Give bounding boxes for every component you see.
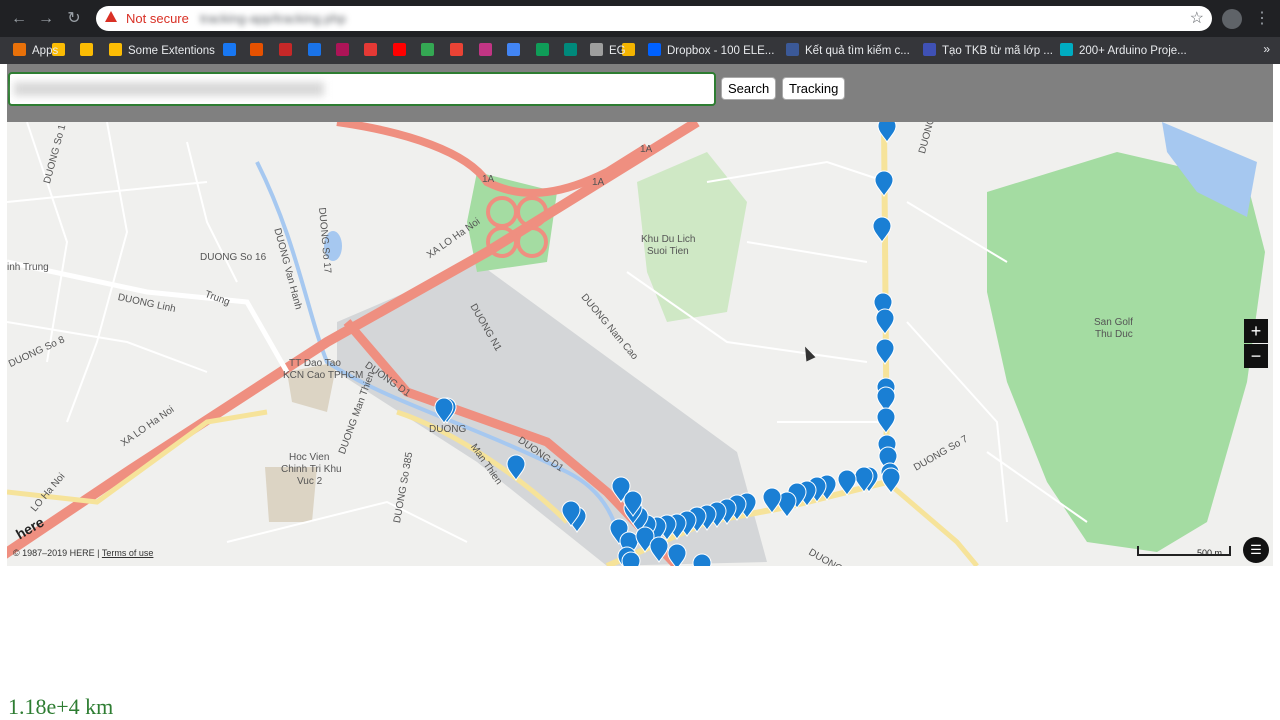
location-marker-icon[interactable] xyxy=(877,122,897,143)
address-bar[interactable]: Not secure tracking-app/tracking.php ☆ xyxy=(96,6,1212,31)
bookmark-favicon-icon xyxy=(250,43,263,56)
back-icon[interactable]: ← xyxy=(9,9,29,29)
zoom-out-button[interactable]: − xyxy=(1244,344,1268,368)
location-marker-icon[interactable] xyxy=(872,216,892,243)
reload-icon[interactable]: ↻ xyxy=(64,9,84,29)
bookmark-favicon-icon xyxy=(923,43,936,56)
bookmark-label: Apps xyxy=(32,45,59,57)
bookmark-favicon-icon xyxy=(80,43,93,56)
location-marker-icon[interactable] xyxy=(874,170,894,197)
bookmark-item[interactable] xyxy=(279,42,298,60)
bookmark-favicon-icon xyxy=(564,43,577,56)
location-marker-icon[interactable] xyxy=(692,553,712,566)
bookmark-item[interactable] xyxy=(507,42,526,60)
bookmark-favicon-icon xyxy=(279,43,292,56)
map-view[interactable]: DUONG So 1 DUONG So 16 inh Trung DUONG Linh… xyxy=(7,122,1273,566)
bookmark-item[interactable] xyxy=(421,42,440,60)
security-label[interactable]: Not secure xyxy=(126,11,189,26)
bookmark-favicon-icon xyxy=(13,43,26,56)
bookmark-favicon-icon xyxy=(479,43,492,56)
bookmark-favicon-icon xyxy=(109,43,122,56)
bookmark-item[interactable]: Apps xyxy=(13,42,58,60)
bookmark-favicon-icon xyxy=(308,43,321,56)
bookmark-star-icon[interactable]: ☆ xyxy=(1190,8,1204,28)
search-button[interactable]: Search xyxy=(721,77,777,100)
search-panel: Search Tracking xyxy=(7,64,1273,122)
bookmark-item[interactable] xyxy=(479,42,498,60)
bookmark-item[interactable]: EG xyxy=(590,42,626,60)
bookmark-item[interactable]: 200+ Arduino Proje... xyxy=(1060,42,1187,60)
bookmark-item[interactable] xyxy=(250,42,269,60)
location-marker-icon[interactable] xyxy=(876,407,896,434)
search-input-redacted-text xyxy=(14,82,324,96)
url-text[interactable]: tracking-app/tracking.php xyxy=(200,11,346,26)
terms-of-use-link[interactable]: Terms of use xyxy=(102,548,154,558)
bookmark-favicon-icon xyxy=(536,43,549,56)
bookmark-favicon-icon xyxy=(786,43,799,56)
profile-avatar-icon[interactable] xyxy=(1222,9,1242,29)
bookmark-item[interactable] xyxy=(223,42,242,60)
search-input[interactable] xyxy=(8,72,716,106)
location-marker-icon[interactable] xyxy=(881,467,901,494)
location-marker-icon[interactable] xyxy=(621,551,641,566)
bookmark-label: Kết quả tìm kiếm c... xyxy=(805,45,910,57)
bookmark-label: 200+ Arduino Proje... xyxy=(1079,45,1187,57)
location-marker-icon[interactable] xyxy=(875,308,895,335)
tracking-button[interactable]: Tracking xyxy=(782,77,846,100)
bookmark-favicon-icon xyxy=(223,43,236,56)
bookmark-favicon-icon xyxy=(648,43,661,56)
bookmarks-bar: 200+ Arduino Proje... Tạo TKB từ mã lớp .… xyxy=(0,37,1280,64)
bookmark-favicon-icon xyxy=(450,43,463,56)
bookmark-item[interactable] xyxy=(564,42,583,60)
location-marker-icon[interactable] xyxy=(434,397,454,424)
bookmark-item[interactable]: Kết quả tìm kiếm c... xyxy=(786,42,910,60)
bookmark-favicon-icon xyxy=(393,43,406,56)
bookmark-item[interactable] xyxy=(536,42,555,60)
bookmark-item[interactable] xyxy=(450,42,469,60)
location-marker-icon[interactable] xyxy=(762,487,782,514)
bookmark-item[interactable] xyxy=(364,42,383,60)
bookmark-label: EG xyxy=(609,45,626,57)
bookmark-item[interactable] xyxy=(336,42,355,60)
bookmarks-overflow-icon[interactable]: » xyxy=(1263,42,1270,56)
zoom-in-button[interactable]: + xyxy=(1244,319,1268,343)
forward-icon[interactable]: → xyxy=(36,9,56,29)
bookmark-favicon-icon xyxy=(336,43,349,56)
map-copyright: © 1987–2019 HERE | Terms of use xyxy=(13,548,153,558)
copyright-text: © 1987–2019 HERE | xyxy=(13,548,100,558)
location-marker-icon[interactable] xyxy=(649,536,669,563)
distance-readout: 1.18e+4 km xyxy=(8,694,114,719)
location-marker-icon[interactable] xyxy=(875,338,895,365)
map-scale-label: 500 m xyxy=(1197,548,1223,558)
warning-icon xyxy=(105,11,117,22)
bookmark-label: Some Extentions xyxy=(128,45,215,57)
bookmark-item[interactable]: Dropbox - 100 ELE... xyxy=(648,42,774,60)
bookmark-item[interactable] xyxy=(308,42,327,60)
bookmark-label: Tạo TKB từ mã lớp ... xyxy=(942,45,1053,57)
bookmark-favicon-icon xyxy=(1060,43,1073,56)
bookmark-item[interactable] xyxy=(393,42,412,60)
bookmark-favicon-icon xyxy=(590,43,603,56)
location-marker-icon[interactable] xyxy=(506,454,526,481)
location-marker-icon[interactable] xyxy=(667,543,687,566)
bookmark-favicon-icon xyxy=(507,43,520,56)
browser-toolbar: ← → ↻ Not secure tracking-app/tracking.p… xyxy=(0,0,1280,37)
chrome-menu-icon[interactable]: ⋮ xyxy=(1254,8,1270,28)
bookmark-item[interactable] xyxy=(80,42,99,60)
map-layers-icon[interactable]: ☰ xyxy=(1243,537,1269,563)
location-marker-icon[interactable] xyxy=(837,469,857,496)
bookmark-label: Dropbox - 100 ELE... xyxy=(667,45,775,57)
tracking-markers xyxy=(434,122,901,566)
bookmark-item[interactable]: Some Extentions xyxy=(109,42,215,60)
bookmark-favicon-icon xyxy=(421,43,434,56)
bookmark-favicon-icon xyxy=(364,43,377,56)
bookmark-item[interactable]: Tạo TKB từ mã lớp ... xyxy=(923,42,1053,60)
